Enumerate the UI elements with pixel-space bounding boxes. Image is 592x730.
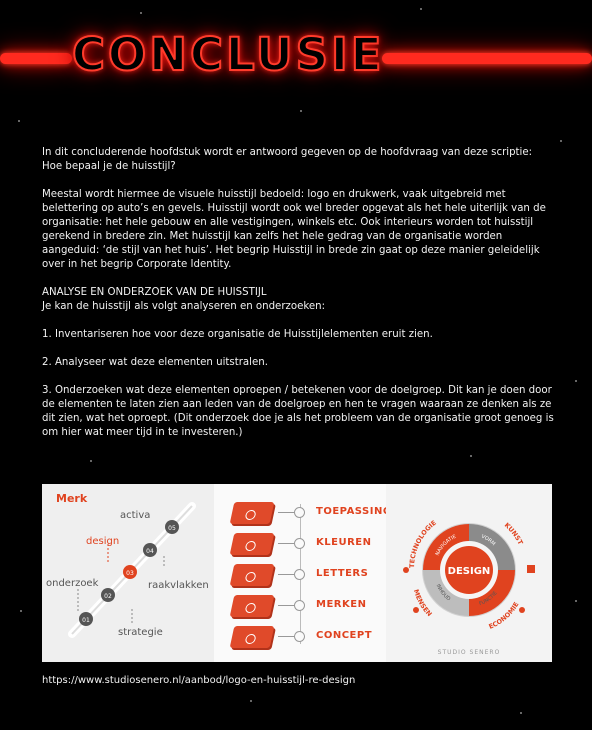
list-item: TOEPASSINGEN: [229, 500, 407, 526]
word-design: design: [86, 536, 120, 547]
brand-timeline-graphic: Merk 01 02 03 04 05 activa design onderz…: [42, 484, 214, 662]
list-item-label: LETTERS: [316, 568, 369, 579]
book-icon: [229, 564, 275, 586]
word-strategie: strategie: [118, 627, 163, 638]
word-onderzoek: onderzoek: [46, 578, 99, 589]
list-item-label: MERKEN: [316, 599, 367, 610]
neon-bar-left: [0, 53, 72, 64]
analysis-heading: ANALYSE EN ONDERZOEK VAN DE HUISSTIJL: [42, 287, 267, 298]
node-number: 05: [168, 525, 176, 532]
book-icon: [229, 533, 275, 555]
word-raakvlakken: raakvlakken: [148, 580, 209, 591]
book-icon: [229, 595, 275, 617]
step-2: 2. Analyseer wat deze elementen uitstral…: [42, 357, 268, 368]
list-item: KLEUREN: [229, 531, 382, 557]
design-wheel: DESIGN NAVIGATIE VORM FUNCTIE INHOUD TEC…: [403, 519, 535, 656]
book-icon: [229, 502, 275, 524]
intro-line-2: Hoe bepaal je de huisstijl?: [42, 161, 176, 172]
analysis-subheading: Je kan de huisstijl als volgt analyseren…: [42, 301, 326, 312]
list-item: LETTERS: [229, 562, 382, 588]
page-title: CONCLUSIE: [71, 27, 385, 82]
analysis-intro: ANALYSE EN ONDERZOEK VAN DE HUISSTIJL Je…: [42, 286, 554, 314]
list-item-label: KLEUREN: [316, 537, 372, 548]
header-banner: CONCLUSIE: [0, 22, 592, 92]
book-icon: [229, 626, 275, 648]
people-icon: [413, 607, 419, 613]
node-number: 02: [104, 593, 112, 600]
list-item-label: CONCEPT: [316, 630, 373, 641]
node-number: 04: [146, 548, 154, 555]
content-body: In dit concluderende hoofdstuk wordt er …: [42, 146, 554, 454]
tools-icon: [403, 567, 409, 573]
intro: In dit concluderende hoofdstuk wordt er …: [42, 146, 554, 174]
source-link[interactable]: https://www.studiosenero.nl/aanbod/logo-…: [42, 675, 355, 686]
step-1: 1. Inventariseren hoe voor deze organisa…: [42, 329, 433, 340]
elements-list-graphic: TOEPASSINGEN KLEUREN LETTERS MERKEN CONC…: [214, 484, 407, 662]
node-number: 01: [82, 617, 90, 624]
list-item: MERKEN: [229, 593, 382, 619]
intro-line-1: In dit concluderende hoofdstuk wordt er …: [42, 147, 533, 158]
neon-bar-right: [382, 53, 592, 64]
design-wheel-graphic: DESIGN NAVIGATIE VORM FUNCTIE INHOUD TEC…: [386, 484, 552, 662]
step-3: 3. Onderzoeken wat deze elementen oproep…: [42, 385, 554, 438]
list-item: CONCEPT: [229, 624, 382, 650]
main-paragraph: Meestal wordt hiermee de visuele huissti…: [42, 189, 546, 270]
chart-icon: [527, 565, 535, 573]
wheel-center-label: DESIGN: [448, 566, 491, 577]
studio-brand: STUDIO SENERO: [438, 649, 501, 656]
coin-icon: [519, 607, 525, 613]
node-number: 03: [126, 570, 134, 577]
word-activa: activa: [120, 510, 151, 521]
infographic-panel: Merk 01 02 03 04 05 activa design onderz…: [42, 484, 552, 662]
